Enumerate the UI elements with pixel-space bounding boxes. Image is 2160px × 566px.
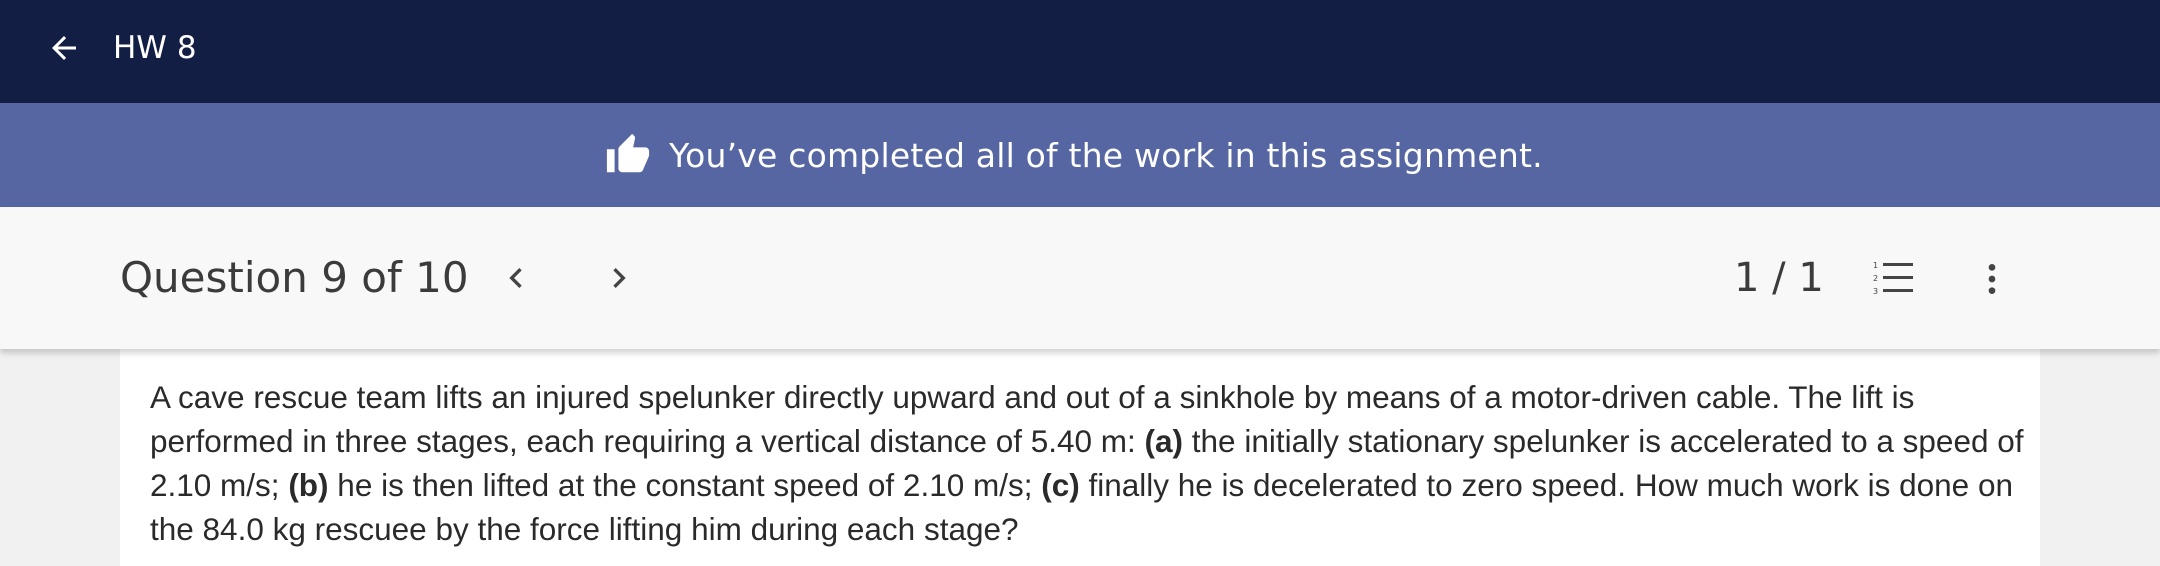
back-button[interactable] <box>44 28 84 68</box>
top-app-bar: HW 8 <box>0 0 2160 103</box>
chevron-right-icon <box>613 268 626 288</box>
chevron-left-icon <box>509 268 522 288</box>
question-text: A cave rescue team lifts an injured spel… <box>150 375 2030 551</box>
more-vertical-icon <box>1988 264 1996 294</box>
completion-message: You’ve completed all of the work in this… <box>669 135 1543 175</box>
question-card: A cave rescue team lifts an injured spel… <box>120 349 2040 566</box>
completion-banner: You’ve completed all of the work in this… <box>0 103 2160 207</box>
numbered-list-icon: 1 2 3 <box>1873 261 1913 296</box>
question-text-part-3: he is then lifted at the constant speed … <box>328 467 1042 503</box>
assignment-title: HW 8 <box>113 30 197 66</box>
arrow-left-icon <box>52 36 76 60</box>
part-a-label: (a) <box>1144 423 1184 459</box>
question-list-button[interactable]: 1 2 3 <box>1870 257 1916 301</box>
part-b-label: (b) <box>288 467 329 503</box>
question-navigation-bar: Question 9 of 10 1 / 1 1 2 3 <box>0 207 2160 349</box>
next-question-button[interactable] <box>597 256 641 300</box>
question-counter: Question 9 of 10 <box>120 253 469 302</box>
svg-text:3: 3 <box>1873 287 1878 296</box>
more-options-button[interactable] <box>1970 257 2014 301</box>
thumbs-up-icon <box>607 133 650 173</box>
part-c-label: (c) <box>1041 467 1080 503</box>
svg-text:1: 1 <box>1873 261 1878 270</box>
previous-question-button[interactable] <box>494 256 538 300</box>
svg-text:2: 2 <box>1873 274 1878 283</box>
question-score: 1 / 1 <box>1734 255 1824 301</box>
